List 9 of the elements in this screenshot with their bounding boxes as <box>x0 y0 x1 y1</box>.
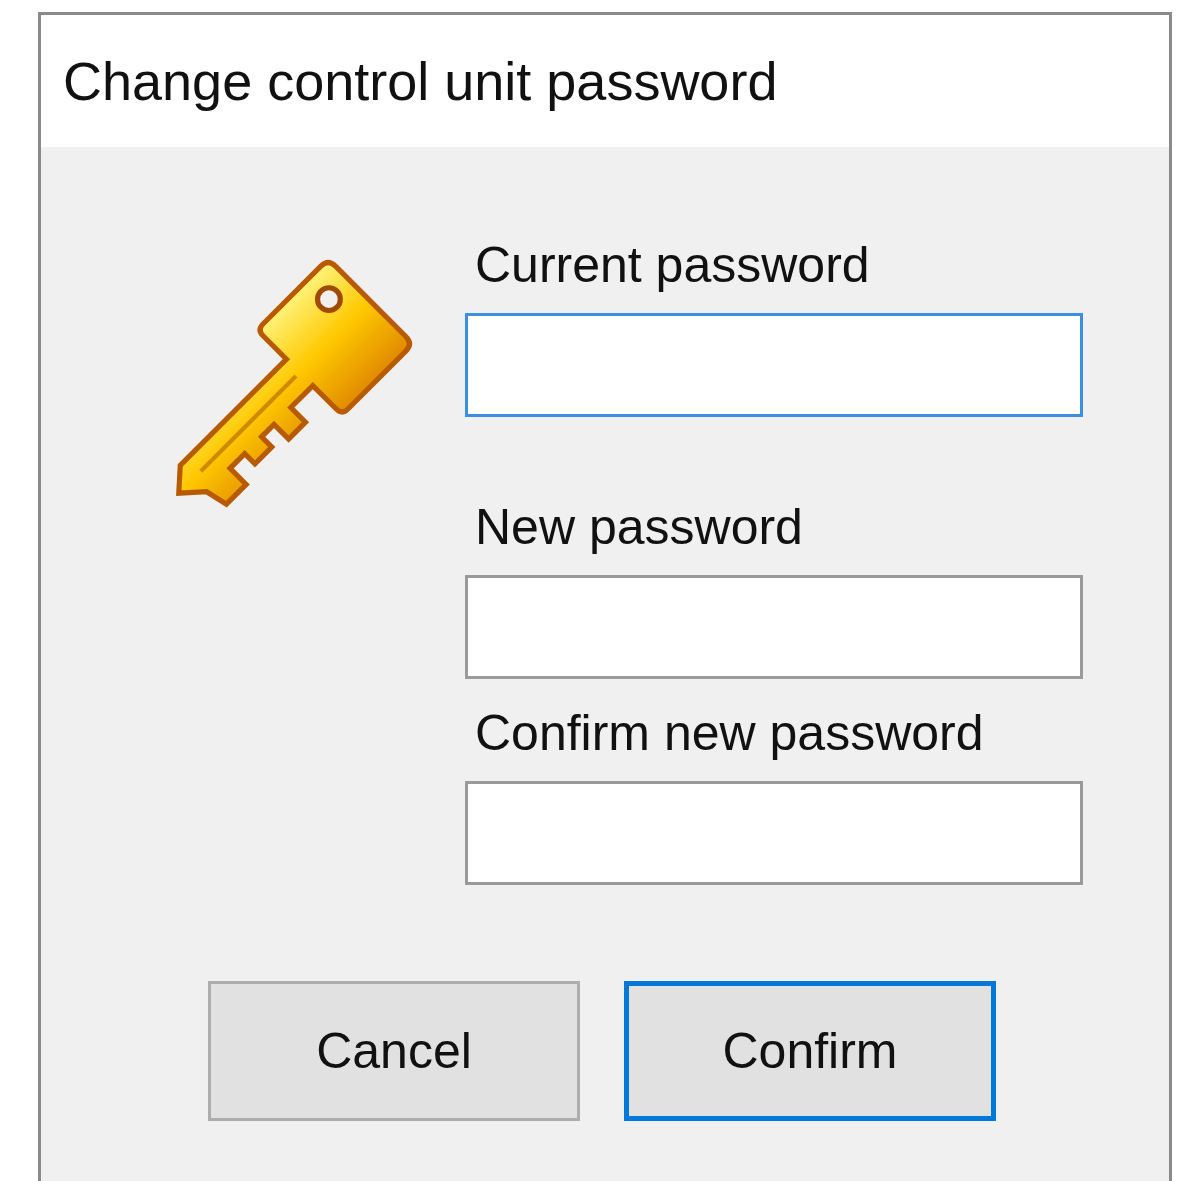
field-label: Confirm new password <box>475 704 985 763</box>
window-title: Change control unit password <box>63 50 778 112</box>
password-field[interactable] <box>465 575 1083 679</box>
confirm-button[interactable]: Confirm <box>624 981 996 1121</box>
password-field[interactable] <box>465 781 1083 885</box>
field-label: Current password <box>475 236 871 295</box>
cancel-button[interactable]: Cancel <box>208 981 580 1121</box>
field-label: New password <box>475 498 804 557</box>
password-field[interactable] <box>465 313 1083 417</box>
